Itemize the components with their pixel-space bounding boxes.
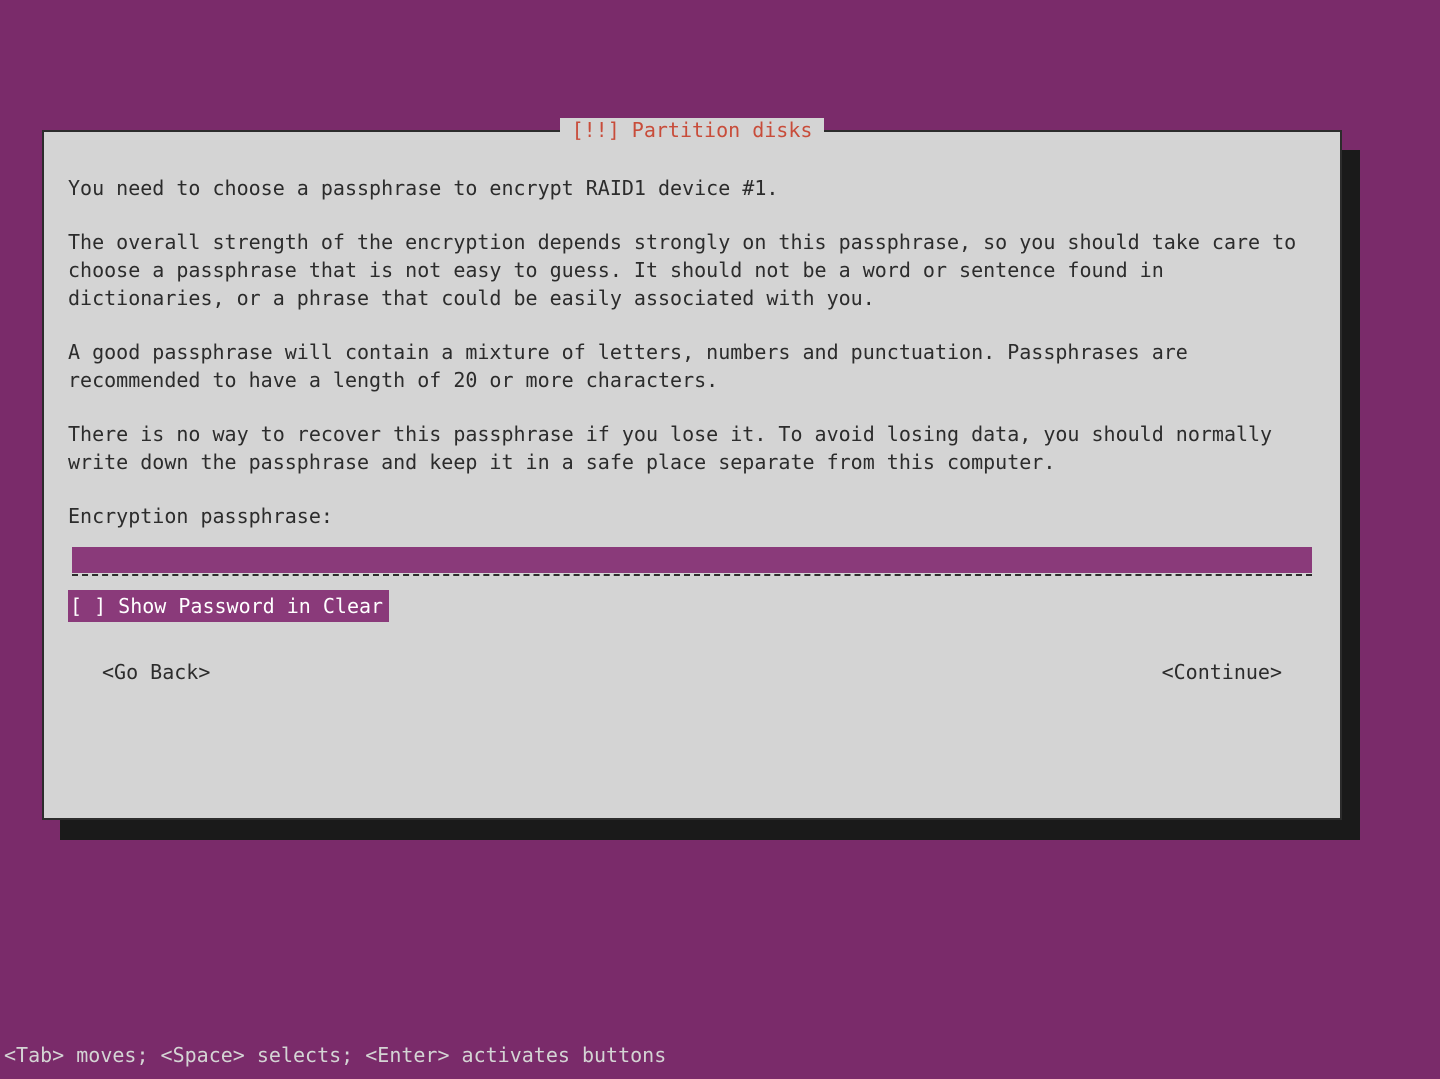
passphrase-label: Encryption passphrase: <box>68 502 1316 530</box>
dialog-button-row: <Go Back> <Continue> <box>68 658 1316 686</box>
warning-text: There is no way to recover this passphra… <box>68 420 1316 476</box>
strength-text: The overall strength of the encryption d… <box>68 228 1316 312</box>
continue-button[interactable]: <Continue> <box>1162 658 1282 686</box>
show-password-checkbox[interactable]: [ ] Show Password in Clear <box>68 590 389 622</box>
dialog-title-bar: [!!] Partition disks <box>44 118 1340 142</box>
recommendation-text: A good passphrase will contain a mixture… <box>68 338 1316 394</box>
partition-disks-dialog: [!!] Partition disks You need to choose … <box>42 130 1342 820</box>
title-priority-marker: [!!] <box>572 118 620 142</box>
go-back-button[interactable]: <Go Back> <box>102 658 210 686</box>
passphrase-input-wrap <box>72 546 1312 576</box>
dialog-content: You need to choose a passphrase to encry… <box>44 132 1340 686</box>
intro-text: You need to choose a passphrase to encry… <box>68 174 1316 202</box>
dialog-title: Partition disks <box>632 118 813 142</box>
checkbox-label: Show Password in Clear <box>118 594 383 618</box>
passphrase-input[interactable] <box>72 547 1312 573</box>
keyboard-hint: <Tab> moves; <Space> selects; <Enter> ac… <box>4 1043 666 1067</box>
checkbox-state: [ ] <box>70 594 106 618</box>
